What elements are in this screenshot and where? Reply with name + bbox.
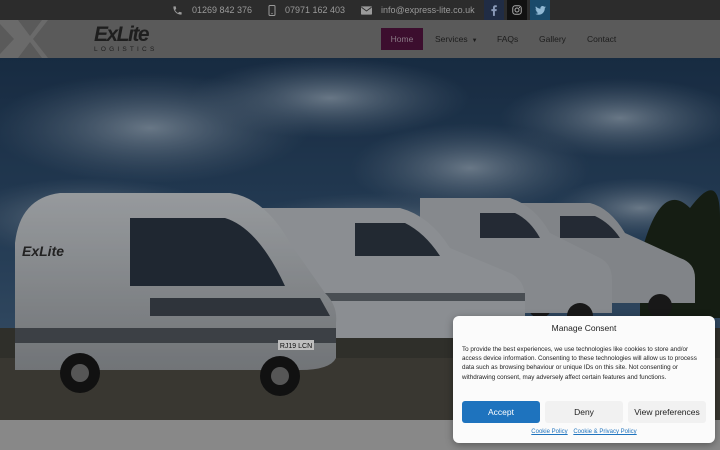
nav-gallery[interactable]: Gallery [539, 28, 566, 50]
instagram-icon [512, 5, 522, 15]
nav-home[interactable]: Home [381, 28, 423, 50]
nav-contact[interactable]: Contact [587, 28, 616, 50]
facebook-link[interactable] [484, 0, 504, 20]
envelope-icon [361, 5, 372, 15]
accept-button[interactable]: Accept [462, 401, 540, 423]
cookie-policy-link[interactable]: Cookie Policy [531, 429, 567, 435]
privacy-policy-link[interactable]: Cookie & Privacy Policy [573, 429, 636, 435]
email-address: info@express-lite.co.uk [381, 5, 475, 15]
site-logo[interactable]: ExLite LOGISTICS [94, 24, 156, 54]
nav-services[interactable]: Services ▼ [435, 28, 478, 50]
phone-number: 01269 842 376 [192, 5, 253, 15]
nav-faqs[interactable]: FAQs [497, 28, 518, 50]
nav-services-label: Services [435, 34, 468, 44]
header-decoration [0, 20, 48, 58]
phone-contact[interactable]: 01269 842 376 [172, 0, 252, 20]
email-contact[interactable]: info@express-lite.co.uk [361, 0, 475, 20]
top-contact-bar [0, 0, 720, 20]
twitter-icon [534, 5, 546, 15]
caret-down-icon: ▼ [471, 38, 478, 44]
facebook-icon [491, 4, 497, 16]
view-preferences-button[interactable]: View preferences [628, 401, 706, 423]
twitter-link[interactable] [530, 0, 550, 20]
consent-body: To provide the best experiences, we use … [462, 346, 697, 381]
deny-button[interactable]: Deny [545, 401, 623, 423]
mobile-icon [268, 4, 276, 16]
mobile-contact[interactable]: 07971 162 403 [268, 0, 345, 20]
phone-icon [173, 5, 182, 15]
cookie-consent-dialog: Manage Consent To provide the best exper… [453, 316, 715, 443]
consent-title: Manage Consent [551, 323, 617, 333]
logo-tagline: LOGISTICS [94, 46, 158, 53]
mobile-number: 07971 162 403 [285, 5, 346, 15]
consent-links: Cookie Policy Cookie & Privacy Policy [453, 429, 715, 435]
instagram-link[interactable] [507, 0, 527, 20]
logo-wordmark: ExLite [94, 23, 150, 46]
